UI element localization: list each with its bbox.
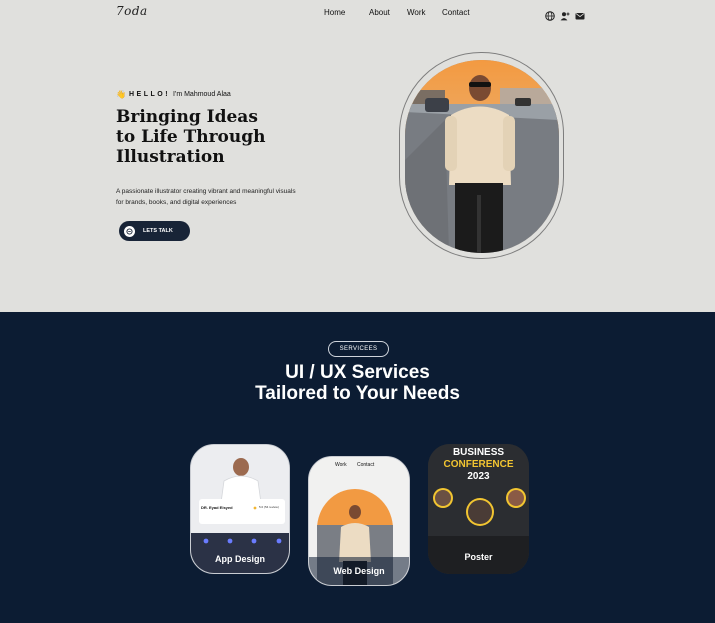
card-label: App Design	[214, 554, 265, 564]
service-card-poster[interactable]: BUSINESS CONFERENCE 2023 Poster	[428, 444, 529, 574]
card-label: Poster	[464, 552, 493, 562]
hero-section: 7oda Home About Work Contact 👋 HELLO! I'…	[0, 0, 715, 312]
service-card-app-design[interactable]: DR. Eyad Elsyed 5.0 (54 review) App Desi…	[190, 444, 290, 574]
services-title-line: Tailored to Your Needs	[255, 383, 460, 404]
service-card-web-design[interactable]: Work Contact Web Design	[308, 456, 410, 586]
chat-icon	[124, 225, 135, 237]
nav-home[interactable]: Home	[324, 8, 345, 17]
headline-line: to Life Through	[116, 127, 266, 147]
poster-title-line: 2023	[467, 471, 490, 482]
nav-contact[interactable]: Contact	[442, 8, 470, 17]
doctor-name: DR. Eyad Elsyed	[201, 505, 233, 510]
top-nav: Home About Work Contact	[0, 8, 715, 20]
description-line: A passionate illustrator creating vibran…	[116, 188, 296, 195]
poster-title-line: BUSINESS	[452, 447, 505, 458]
hero-description: A passionate illustrator creating vibran…	[116, 186, 326, 208]
services-section: SERVICEES UI / UX Services Tailored to Y…	[0, 312, 715, 623]
waving-hand-icon: 👋	[116, 90, 126, 99]
mini-nav-contact: Contact	[357, 462, 375, 468]
hello-label: HELLO!	[128, 91, 171, 98]
nav-icon-group	[545, 8, 585, 21]
lets-talk-button[interactable]: LETS TALK	[119, 221, 190, 241]
doctor-rating: 5.0 (54 review)	[259, 505, 279, 509]
hello-name: I'm Mahmoud Alaa	[173, 91, 231, 98]
mail-icon[interactable]	[575, 8, 585, 20]
portrait-photo	[405, 60, 559, 253]
card-label: Web Design	[333, 566, 385, 576]
description-line: for brands, books, and digital experienc…	[116, 199, 237, 206]
hero-headline: Bringing Ideas to Life Through Illustrat…	[116, 107, 356, 167]
globe-icon[interactable]	[545, 8, 555, 21]
poster-title-line: CONFERENCE	[443, 459, 514, 470]
hello-greeting: 👋 HELLO! I'm Mahmoud Alaa	[116, 90, 231, 99]
mini-nav-work: Work	[335, 462, 347, 468]
headline-line: Illustration	[116, 147, 225, 167]
services-pill: SERVICEES	[328, 341, 389, 357]
nav-about[interactable]: About	[369, 8, 390, 17]
services-title-line: UI / UX Services	[285, 362, 430, 383]
user-plus-icon[interactable]	[560, 8, 570, 21]
services-title: UI / UX Services Tailored to Your Needs	[0, 362, 715, 404]
headline-line: Bringing Ideas	[116, 107, 258, 127]
lets-talk-label: LETS TALK	[143, 228, 173, 234]
nav-work[interactable]: Work	[407, 8, 426, 17]
